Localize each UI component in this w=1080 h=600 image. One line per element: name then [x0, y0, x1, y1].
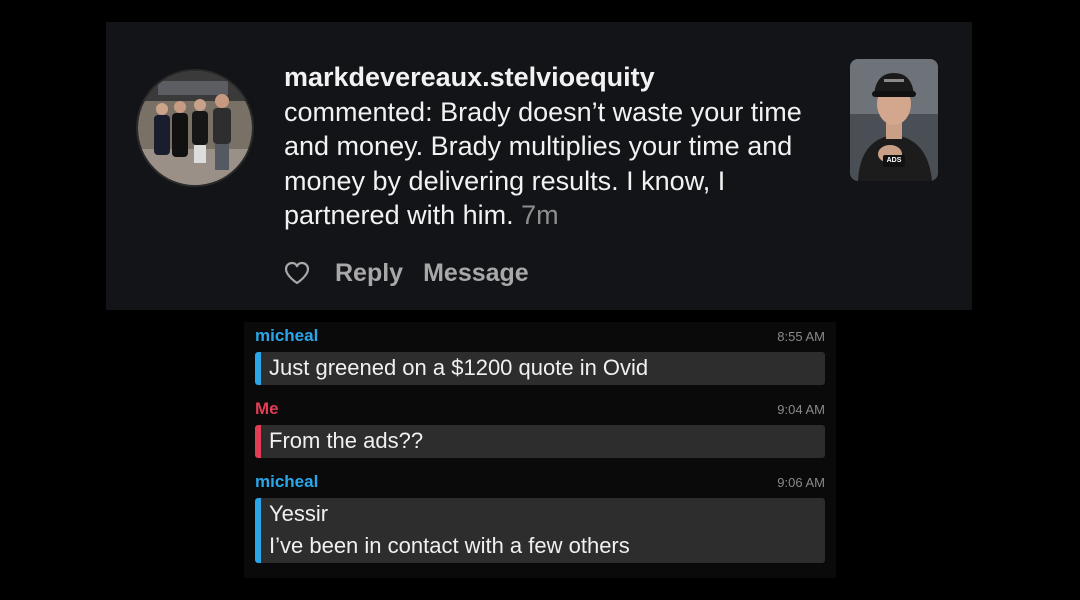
message-time: 9:04 AM	[777, 402, 825, 417]
message-text: Yessir	[269, 501, 329, 526]
comment-content: commented: Brady doesn’t waste your time…	[284, 95, 844, 233]
message-button[interactable]: Message	[423, 259, 529, 288]
sender-accent-bar	[255, 498, 261, 563]
message-header: Me 9:04 AM	[255, 399, 825, 421]
ads-badge: ADS	[883, 155, 905, 167]
sender-accent-bar	[255, 425, 261, 458]
post-thumbnail[interactable]: ADS	[850, 59, 938, 181]
message-bubble[interactable]: Yessir I’ve been in contact with a few o…	[255, 498, 825, 563]
sender-name: micheal	[255, 472, 319, 491]
message-bubble[interactable]: Just greened on a $1200 quote in Ovid	[255, 352, 825, 385]
comment-timestamp: 7m	[521, 200, 559, 230]
message-bubble[interactable]: From the ads??	[255, 425, 825, 458]
chat-panel: micheal 8:55 AM Just greened on a $1200 …	[244, 322, 836, 578]
heart-icon[interactable]	[284, 261, 310, 285]
group-photo-avatar-icon	[138, 71, 252, 185]
message-text: I’ve been in contact with a few others	[269, 533, 630, 558]
message-time: 9:06 AM	[777, 475, 825, 490]
message-header: micheal 9:06 AM	[255, 472, 825, 494]
comment-username[interactable]: markdevereaux.stelvioequity	[284, 60, 844, 95]
comment-notification[interactable]: markdevereaux.stelvioequity commented: B…	[106, 22, 972, 310]
message-text: Just greened on a $1200 quote in Ovid	[269, 355, 649, 380]
commenter-avatar[interactable]	[136, 69, 254, 187]
comment-actions: Reply Message	[284, 255, 549, 291]
message-text: From the ads??	[269, 428, 424, 453]
sender-name: Me	[255, 399, 279, 418]
message-header: micheal 8:55 AM	[255, 326, 825, 348]
sender-name: micheal	[255, 326, 319, 345]
sender-accent-bar	[255, 352, 261, 385]
comment-text: markdevereaux.stelvioequity commented: B…	[284, 60, 844, 233]
reply-button[interactable]: Reply	[335, 259, 403, 288]
message-time: 8:55 AM	[777, 329, 825, 344]
